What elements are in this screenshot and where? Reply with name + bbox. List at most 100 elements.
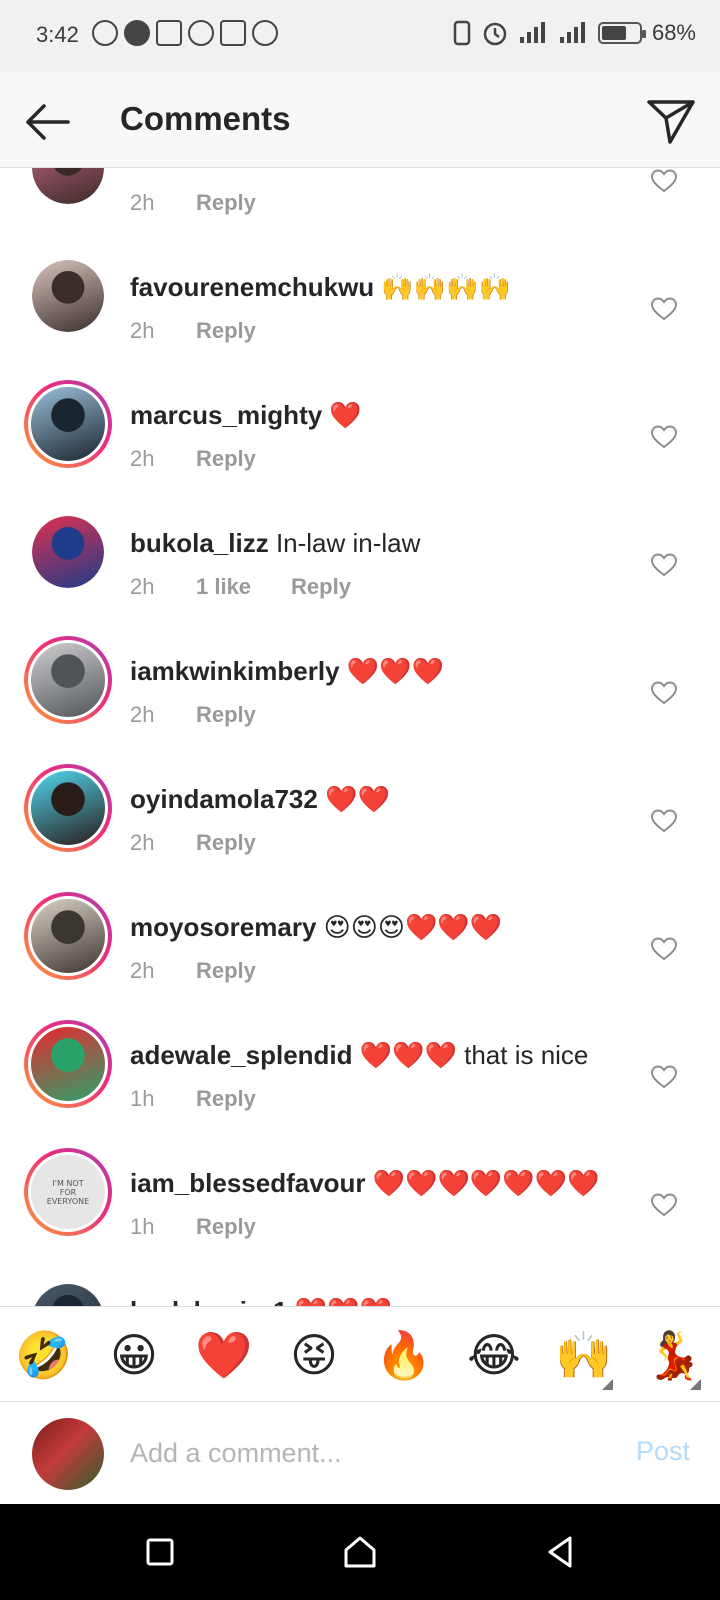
like-heart-icon[interactable] <box>650 1064 678 1090</box>
reply-button[interactable]: Reply <box>196 318 256 343</box>
comment-text: adewale_splendid ❤️❤️❤️ that is nice <box>130 1040 588 1071</box>
like-heart-icon[interactable] <box>650 936 678 962</box>
reply-button[interactable]: Reply <box>196 958 256 983</box>
reply-button[interactable]: Reply <box>291 574 351 599</box>
emoji-reaction-button[interactable]: 😀 <box>104 1329 164 1381</box>
comment-row: lord_banjor1 ❤️❤️❤️ <box>0 1256 720 1306</box>
recents-square-icon[interactable] <box>140 1532 180 1572</box>
like-heart-icon[interactable] <box>650 424 678 450</box>
like-heart-icon[interactable] <box>650 168 678 194</box>
avatar-image <box>32 260 104 332</box>
comment-row: moyosoremary 😍😍😍❤️❤️❤️ 2h Reply <box>0 872 720 1000</box>
comment-text: lord_banjor1 ❤️❤️❤️ <box>130 1296 392 1306</box>
paper-plane-icon[interactable] <box>644 94 698 148</box>
avatar[interactable] <box>24 764 112 852</box>
avatar[interactable] <box>24 380 112 468</box>
comment-row: oyindamola732 ❤️❤️ 2h Reply <box>0 744 720 872</box>
comment-row: adewale_splendid ❤️❤️❤️ that is nice 1h Re… <box>0 1000 720 1128</box>
avatar[interactable]: I'M NOT FOR EVERYONE <box>24 1148 112 1236</box>
avatar-image: I'M NOT FOR EVERYONE <box>28 1152 108 1232</box>
comment-text: iamkwinkimberly ❤️❤️❤️ <box>130 656 444 687</box>
comment-body: ❤️❤️❤️ <box>295 1296 392 1306</box>
app-notification-icon <box>124 20 150 46</box>
back-triangle-icon[interactable] <box>540 1532 580 1572</box>
comment-time: 1h <box>130 1086 155 1111</box>
comment-username[interactable]: adewale_splendid <box>130 1040 353 1070</box>
avatar[interactable] <box>24 636 112 724</box>
comment-time: 2h <box>130 318 155 343</box>
alarm-icon <box>252 20 278 46</box>
avatar[interactable] <box>32 1284 104 1306</box>
back-arrow-icon[interactable] <box>22 96 74 148</box>
comment-time: 2h <box>130 702 155 727</box>
comment-username[interactable]: moyosoremary <box>130 912 316 942</box>
battery-level <box>601 26 626 40</box>
post-button[interactable]: Post <box>636 1436 690 1467</box>
reply-button[interactable]: Reply <box>196 1214 256 1239</box>
phone-alert-icon <box>220 20 246 46</box>
comment-username[interactable]: oyindamola732 <box>130 784 318 814</box>
alarm-clock-icon <box>483 22 507 46</box>
comment-input[interactable] <box>130 1428 600 1478</box>
comment-meta: 2h Reply <box>130 446 256 472</box>
avatar[interactable] <box>32 516 104 588</box>
comment-username[interactable]: iamkwinkimberly <box>130 656 340 686</box>
emoji-reaction-button[interactable]: 🔥 <box>374 1329 434 1381</box>
avatar-image <box>28 640 108 720</box>
like-heart-icon[interactable] <box>650 680 678 706</box>
reply-button[interactable]: Reply <box>196 702 256 727</box>
like-heart-icon[interactable] <box>650 552 678 578</box>
comment-username[interactable]: favourenemchukwu <box>130 272 374 302</box>
comments-list[interactable]: 2h Reply favourenemchukwu 🙌🙌🙌🙌 2h Reply marcu… <box>0 168 720 1306</box>
comment-username[interactable]: lord_banjor1 <box>130 1296 287 1306</box>
avatar[interactable] <box>32 260 104 332</box>
avatar[interactable] <box>24 1020 112 1108</box>
comment-text: oyindamola732 ❤️❤️ <box>130 784 390 815</box>
emoji-reaction-button[interactable]: ❤️ <box>194 1329 254 1381</box>
comment-meta: 2h Reply <box>130 190 256 216</box>
comment-body: 😍😍😍❤️❤️❤️ <box>323 912 503 942</box>
comment-username[interactable]: iam_blessedfavour <box>130 1168 366 1198</box>
comment-meta: 2h Reply <box>130 830 256 856</box>
comment-text: moyosoremary 😍😍😍❤️❤️❤️ <box>130 912 502 943</box>
home-icon[interactable] <box>340 1532 380 1572</box>
notification-icons <box>92 20 278 46</box>
comment-username[interactable]: marcus_mighty <box>130 400 322 430</box>
like-heart-icon[interactable] <box>650 1192 678 1218</box>
vibrate-icon <box>453 20 471 46</box>
page-title: Comments <box>120 100 291 137</box>
emoji-reaction-button[interactable]: 💃 <box>644 1329 704 1381</box>
comment-username[interactable]: bukola_lizz <box>130 528 269 558</box>
like-heart-icon[interactable] <box>650 296 678 322</box>
comment-meta: 2h Reply <box>130 702 256 728</box>
emoji-reaction-button[interactable]: 😝 <box>284 1329 344 1381</box>
comment-row: favourenemchukwu 🙌🙌🙌🙌 2h Reply <box>0 232 720 360</box>
emoji-reaction-button[interactable]: 😂 <box>464 1329 524 1381</box>
comment-likes-link[interactable]: 1 like <box>196 574 251 600</box>
comment-time: 2h <box>130 446 155 471</box>
status-time: 3:42 <box>36 22 79 47</box>
emoji-reaction-bar: 🤣 😀 ❤️ 😝 🔥 😂 🙌 💃 <box>0 1306 720 1402</box>
reply-button[interactable]: Reply <box>196 1086 256 1111</box>
reply-button[interactable]: Reply <box>196 830 256 855</box>
comment-text: iam_blessedfavour ❤️❤️❤️❤️❤️❤️❤️ <box>130 1168 599 1199</box>
reply-button[interactable]: Reply <box>196 190 256 215</box>
avatar[interactable] <box>32 168 104 204</box>
skin-tone-indicator-icon <box>602 1379 613 1390</box>
comment-row: iamkwinkimberly ❤️❤️❤️ 2h Reply <box>0 616 720 744</box>
avatar-image <box>32 168 104 204</box>
comment-meta: 2h Reply <box>130 318 256 344</box>
like-heart-icon[interactable] <box>650 808 678 834</box>
emoji-reaction-button[interactable]: 🙌 <box>554 1329 614 1381</box>
comment-time: 2h <box>130 574 155 599</box>
comment-time: 2h <box>130 958 155 983</box>
emoji-reaction-button[interactable]: 🤣 <box>14 1329 74 1381</box>
avatar-image <box>28 384 108 464</box>
comment-composer: Post <box>0 1402 720 1504</box>
avatar[interactable] <box>24 892 112 980</box>
avatar-image <box>28 1024 108 1104</box>
gallery-icon <box>156 20 182 46</box>
reply-button[interactable]: Reply <box>196 446 256 471</box>
comment-meta: 1h Reply <box>130 1214 256 1240</box>
avatar-image <box>28 896 108 976</box>
